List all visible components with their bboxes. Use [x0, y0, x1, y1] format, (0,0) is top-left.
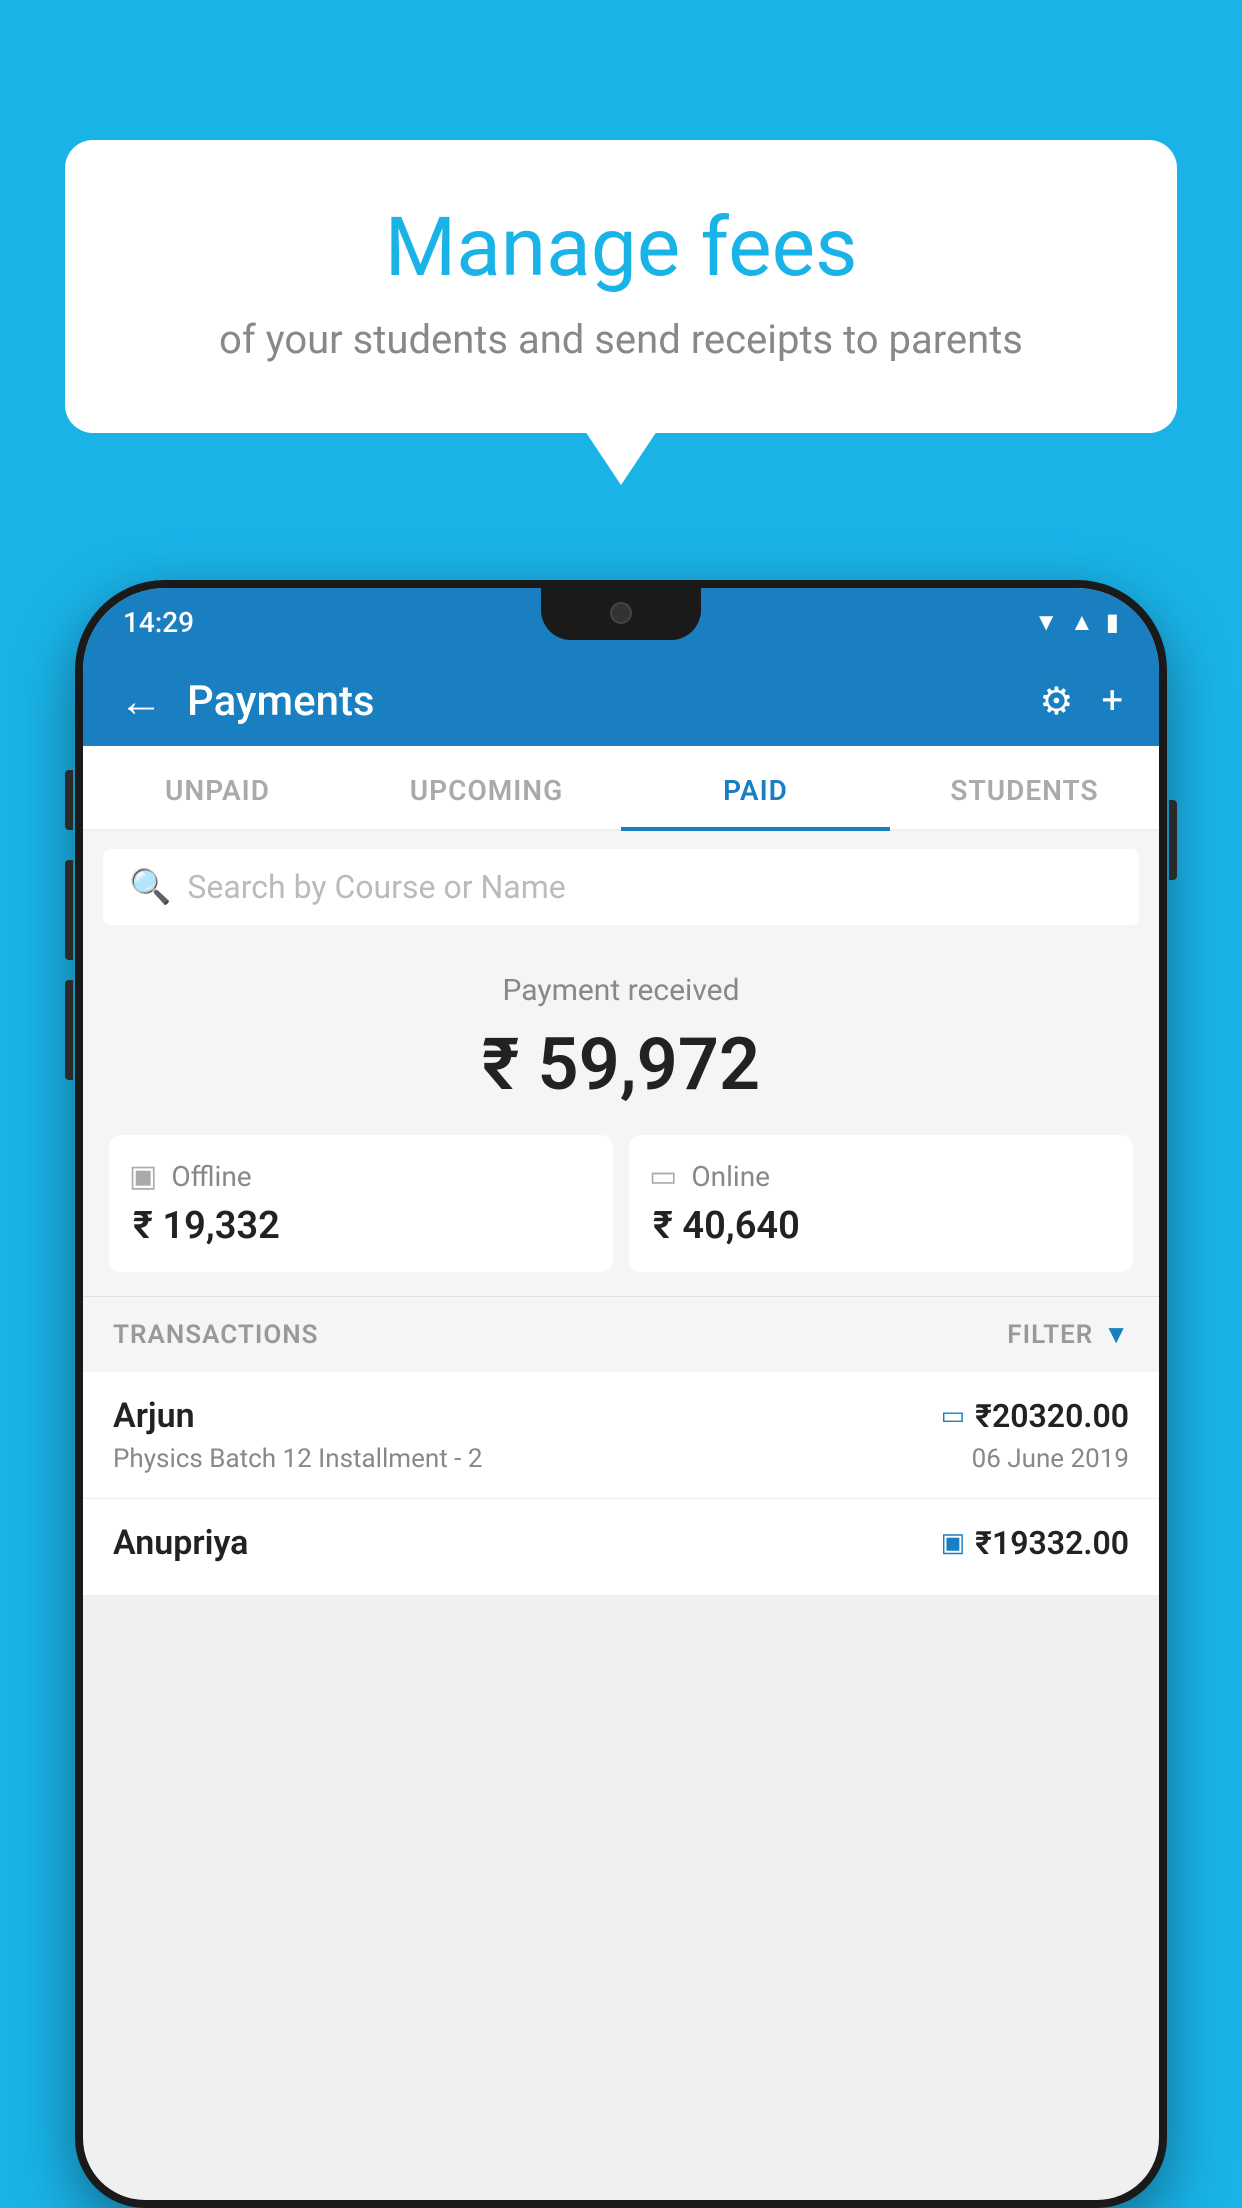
- search-input[interactable]: Search by Course or Name: [187, 868, 565, 906]
- status-icons: ▼ ▲ ▮: [1034, 608, 1119, 637]
- online-card-header: ▭ Online: [649, 1159, 770, 1194]
- add-icon[interactable]: +: [1101, 679, 1123, 723]
- online-label: Online: [691, 1160, 770, 1193]
- transaction-row-top: Anupriya ▣ ₹19332.00: [113, 1523, 1129, 1563]
- transaction-row-bottom: Physics Batch 12 Installment - 2 06 June…: [113, 1444, 1129, 1474]
- offline-label: Offline: [171, 1160, 251, 1193]
- transactions-label: TRANSACTIONS: [113, 1320, 319, 1350]
- power-button: [1169, 800, 1177, 880]
- app-bar-actions: ⚙ +: [1039, 679, 1123, 724]
- transaction-amount-wrap: ▭ ₹20320.00: [941, 1397, 1129, 1435]
- search-bar[interactable]: 🔍 Search by Course or Name: [103, 849, 1139, 925]
- transaction-amount: ₹20320.00: [975, 1397, 1129, 1435]
- mute-button: [65, 770, 73, 830]
- offline-card: ▣ Offline ₹ 19,332: [109, 1135, 613, 1272]
- transaction-date: 06 June 2019: [972, 1444, 1129, 1474]
- payment-received-label: Payment received: [103, 973, 1139, 1008]
- volume-up-button: [65, 860, 73, 960]
- transaction-name: Anupriya: [113, 1523, 248, 1563]
- transaction-detail: Physics Batch 12 Installment - 2: [113, 1444, 482, 1474]
- page-title: Payments: [187, 677, 1039, 726]
- offline-amount: ₹ 19,332: [129, 1204, 280, 1248]
- settings-icon[interactable]: ⚙: [1039, 679, 1073, 724]
- tab-upcoming[interactable]: UPCOMING: [352, 746, 621, 829]
- tab-unpaid[interactable]: UNPAID: [83, 746, 352, 829]
- search-icon: 🔍: [129, 867, 171, 907]
- transaction-row-top: Arjun ▭ ₹20320.00: [113, 1396, 1129, 1436]
- speech-bubble-title: Manage fees: [115, 200, 1127, 296]
- payment-total-amount: ₹ 59,972: [103, 1022, 1139, 1107]
- offline-card-header: ▣ Offline: [129, 1159, 252, 1194]
- app-bar: ← Payments ⚙ +: [83, 656, 1159, 746]
- online-icon: ▭: [649, 1159, 677, 1194]
- filter-label: FILTER: [1007, 1320, 1093, 1350]
- back-button[interactable]: ←: [119, 675, 163, 727]
- payment-summary: Payment received ₹ 59,972 ▣ Offline ₹ 19…: [83, 943, 1159, 1297]
- transactions-header: TRANSACTIONS FILTER ▼: [83, 1297, 1159, 1372]
- front-camera: [610, 602, 632, 624]
- transaction-amount: ₹19332.00: [975, 1524, 1129, 1562]
- speech-bubble-subtitle: of your students and send receipts to pa…: [115, 316, 1127, 363]
- tab-students[interactable]: STUDENTS: [890, 746, 1159, 829]
- online-amount: ₹ 40,640: [649, 1204, 800, 1248]
- status-time: 14:29: [123, 606, 194, 639]
- wifi-icon: ▼: [1034, 608, 1058, 637]
- status-bar: 14:29 ▼ ▲ ▮: [83, 588, 1159, 656]
- speech-bubble: Manage fees of your students and send re…: [65, 140, 1177, 433]
- tab-paid[interactable]: PAID: [621, 746, 890, 829]
- battery-icon: ▮: [1106, 608, 1119, 636]
- payment-cards: ▣ Offline ₹ 19,332 ▭ Online ₹ 40,640: [109, 1135, 1133, 1272]
- transaction-row[interactable]: Arjun ▭ ₹20320.00 Physics Batch 12 Insta…: [83, 1372, 1159, 1499]
- transaction-name: Arjun: [113, 1396, 195, 1436]
- filter-icon: ▼: [1103, 1319, 1129, 1350]
- online-card: ▭ Online ₹ 40,640: [629, 1135, 1133, 1272]
- search-container: 🔍 Search by Course or Name: [83, 831, 1159, 943]
- volume-down-button: [65, 980, 73, 1080]
- offline-icon: ▣: [129, 1159, 157, 1194]
- transaction-row[interactable]: Anupriya ▣ ₹19332.00: [83, 1499, 1159, 1596]
- phone-frame: 14:29 ▼ ▲ ▮ ← Payments ⚙ + UNPAID UPCOMI…: [75, 580, 1167, 2208]
- phone-screen: 14:29 ▼ ▲ ▮ ← Payments ⚙ + UNPAID UPCOMI…: [83, 588, 1159, 2200]
- cash-payment-icon: ▣: [941, 1528, 966, 1558]
- transaction-amount-wrap: ▣ ₹19332.00: [941, 1524, 1129, 1562]
- filter-wrap[interactable]: FILTER ▼: [1007, 1319, 1129, 1350]
- card-payment-icon: ▭: [941, 1401, 966, 1431]
- tabs-bar: UNPAID UPCOMING PAID STUDENTS: [83, 746, 1159, 831]
- notch: [541, 588, 701, 640]
- signal-icon: ▲: [1070, 608, 1094, 637]
